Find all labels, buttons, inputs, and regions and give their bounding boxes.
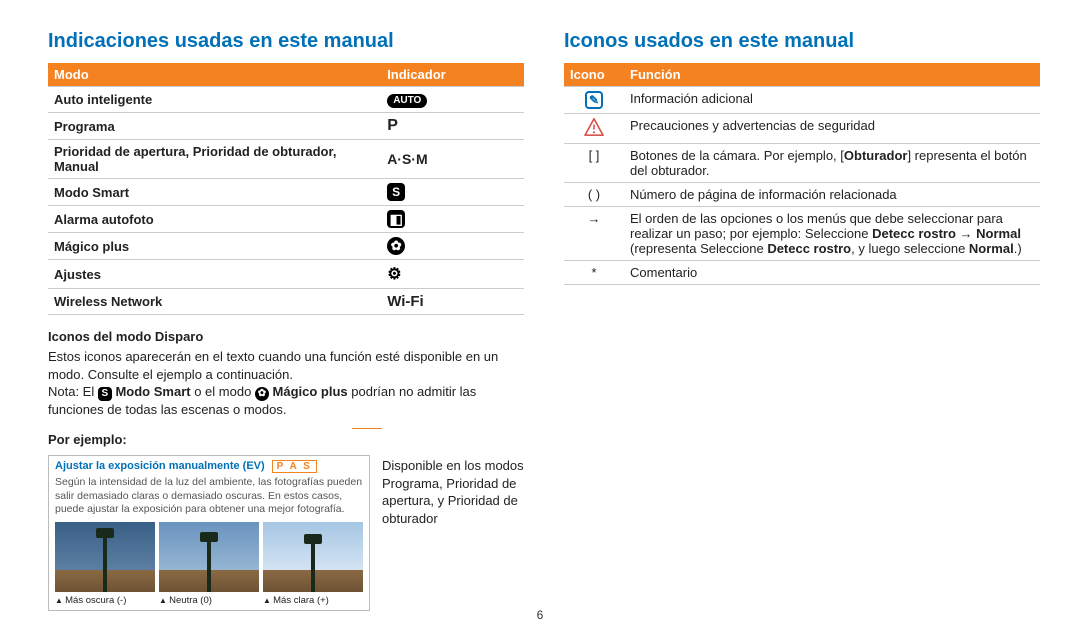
table-row: ( ) Número de página de información rela…: [564, 183, 1040, 207]
pas-badge: P A S: [272, 460, 317, 473]
icon-header: Icono: [564, 63, 624, 87]
mode-header: Modo: [48, 63, 381, 87]
p-letter-icon: P: [387, 117, 398, 135]
table-row: [ ] Botones de la cámara. Por ejemplo, […: [564, 144, 1040, 183]
paren-icon: ( ): [564, 183, 624, 207]
table-row: Auto inteligente AUTO: [48, 87, 524, 113]
icon-table: Icono Función ✎ Información adicional Pr…: [564, 63, 1040, 285]
table-row: Prioridad de apertura, Prioridad de obtu…: [48, 140, 524, 179]
auto-pill-icon: AUTO: [387, 94, 427, 108]
mode-table: Modo Indicador Auto inteligente AUTO Pro…: [48, 63, 524, 315]
table-row: Programa P: [48, 113, 524, 140]
shooting-icons-para1: Estos iconos aparecerán en el texto cuan…: [48, 348, 524, 383]
warning-icon: [584, 118, 604, 136]
star-icon: *: [564, 261, 624, 285]
wifi-text-icon: Wi-Fi: [387, 293, 424, 310]
table-row: Alarma autofoto ◧: [48, 206, 524, 233]
example-subhead: Por ejemplo:: [48, 432, 524, 447]
asm-letters-icon: A·S·M: [387, 151, 427, 167]
thumb-dark: Más oscura (-): [55, 522, 155, 606]
table-row: Mágico plus ✿: [48, 233, 524, 260]
flower-plus-icon: ✿: [255, 387, 269, 401]
example-title: Ajustar la exposición manualmente (EV): [55, 460, 265, 472]
camera-box-icon: ◧: [387, 210, 405, 228]
thumb-neutral: Neutra (0): [159, 522, 259, 606]
arrow-icon: →: [564, 207, 624, 261]
gear-icon: ⚙: [387, 264, 401, 284]
table-row: Wireless Network Wi-Fi: [48, 289, 524, 315]
info-icon: ✎: [585, 91, 603, 109]
example-side-note: Disponible en los modos Programa, Priori…: [382, 457, 524, 610]
table-row: * Comentario: [564, 261, 1040, 285]
example-thumbnails: Más oscura (-) Neutra (0) Más clara (+): [55, 522, 363, 606]
callout-line: [352, 428, 382, 429]
table-row: Precauciones y advertencias de seguridad: [564, 114, 1040, 144]
shooting-icons-subhead: Iconos del modo Disparo: [48, 329, 524, 344]
left-heading: Indicaciones usadas en este manual: [48, 30, 524, 53]
table-row: Ajustes ⚙: [48, 260, 524, 289]
smart-box-icon: S: [387, 183, 405, 201]
flower-plus-icon: ✿: [387, 237, 405, 255]
indicator-header: Indicador: [381, 63, 524, 87]
brackets-icon: [ ]: [564, 144, 624, 183]
right-heading: Iconos usados en este manual: [564, 30, 1040, 53]
shooting-icons-para2: Nota: El S Modo Smart o el modo ✿ Mágico…: [48, 383, 524, 418]
right-column: Iconos usados en este manual Icono Funci…: [564, 30, 1040, 611]
page-number: 6: [537, 608, 544, 622]
table-row: → El orden de las opciones o los menús q…: [564, 207, 1040, 261]
left-column: Indicaciones usadas en este manual Modo …: [48, 30, 524, 611]
table-row: Modo Smart S: [48, 179, 524, 206]
example-box: Ajustar la exposición manualmente (EV) P…: [48, 455, 370, 610]
function-header: Función: [624, 63, 1040, 87]
smart-box-icon: S: [98, 387, 112, 401]
thumb-light: Más clara (+): [263, 522, 363, 606]
example-body-text: Según la intensidad de la luz del ambien…: [55, 476, 363, 515]
table-row: ✎ Información adicional: [564, 87, 1040, 114]
